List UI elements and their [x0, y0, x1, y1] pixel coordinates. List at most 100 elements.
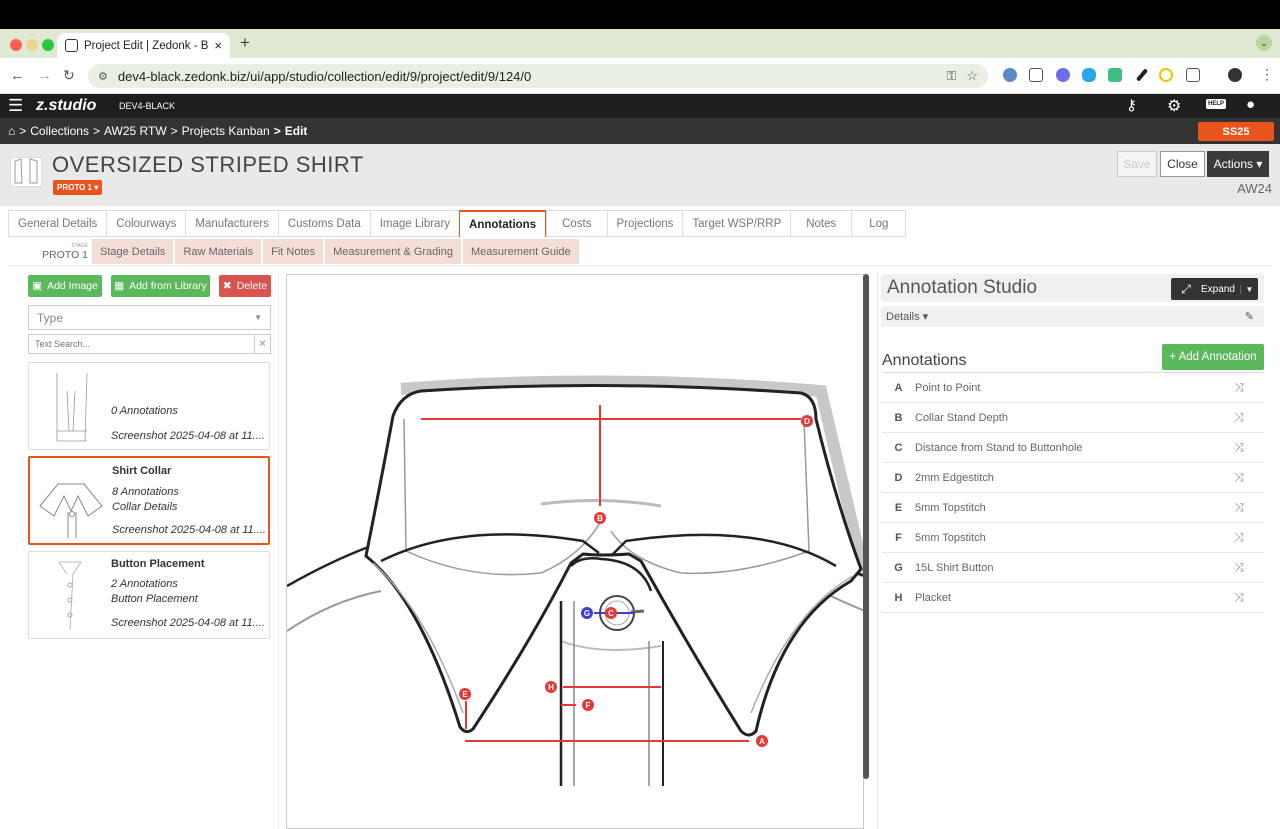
- subtab-measurement-grading[interactable]: Measurement & Grading: [325, 239, 461, 264]
- tab-projections[interactable]: Projections: [606, 210, 683, 237]
- shuffle-icon[interactable]: ⤨: [1214, 500, 1264, 515]
- shuffle-icon[interactable]: ⤨: [1214, 440, 1264, 455]
- proto-stage-dropdown[interactable]: PROTO 1 ▾: [53, 180, 103, 195]
- annotation-marker-c[interactable]: C: [608, 609, 614, 618]
- annotation-row[interactable]: E 5mm Topstitch ⤨: [882, 493, 1264, 523]
- shuffle-icon[interactable]: ⤨: [1214, 590, 1264, 605]
- zedonk-favicon-icon: [65, 39, 78, 52]
- extension-icon[interactable]: [1056, 68, 1070, 82]
- actions-dropdown-button[interactable]: Actions ▾: [1207, 151, 1269, 177]
- extension-icon[interactable]: [1159, 68, 1173, 82]
- tab-search-icon[interactable]: ⌄: [1256, 35, 1272, 51]
- site-info-icon[interactable]: ⚙: [98, 70, 108, 83]
- subtab-fit-notes[interactable]: Fit Notes: [263, 239, 324, 264]
- expand-button[interactable]: ⤢ Expand ▼: [1171, 278, 1258, 300]
- shuffle-icon[interactable]: ⤨: [1214, 530, 1264, 545]
- delete-button[interactable]: ✖ Delete: [219, 275, 271, 297]
- canvas-scrollbar[interactable]: [863, 274, 869, 779]
- browser-menu-icon[interactable]: ⋮: [1260, 66, 1274, 83]
- tab-colourways[interactable]: Colourways: [106, 210, 186, 237]
- annotation-row[interactable]: G 15L Shirt Button ⤨: [882, 553, 1264, 583]
- app-topbar: ☰ z.studio DEV4-BLACK ⚷ ⚙ HELP ●: [0, 94, 1280, 118]
- subtab-stage-details[interactable]: Stage Details: [92, 239, 174, 264]
- type-select[interactable]: Type ▼: [28, 305, 271, 330]
- shuffle-icon[interactable]: ⤨: [1214, 410, 1264, 425]
- profile-avatar-icon[interactable]: [1228, 68, 1242, 82]
- details-toggle[interactable]: Details ▾ ✎: [881, 306, 1264, 327]
- annotation-row[interactable]: H Placket ⤨: [882, 583, 1264, 613]
- image-card-selected[interactable]: Shirt Collar 8 Annotations Collar Detail…: [28, 456, 270, 545]
- subtab-raw-materials[interactable]: Raw Materials: [175, 239, 262, 264]
- tab-general-details[interactable]: General Details: [8, 210, 107, 237]
- add-image-button[interactable]: ▣ Add Image: [28, 275, 102, 297]
- annotation-marker-d[interactable]: D: [804, 417, 810, 426]
- annotation-marker-f[interactable]: F: [586, 701, 591, 710]
- edit-pencil-icon[interactable]: ✎: [1245, 310, 1254, 323]
- extension-icon[interactable]: [1108, 68, 1122, 82]
- bookmark-star-icon[interactable]: ☆: [966, 68, 978, 84]
- annotation-row[interactable]: B Collar Stand Depth ⤨: [882, 403, 1264, 433]
- extension-icon[interactable]: [1003, 68, 1017, 82]
- user-icon[interactable]: ●: [1246, 96, 1255, 113]
- tab-log[interactable]: Log: [851, 210, 907, 237]
- add-from-library-button[interactable]: ▦ Add from Library: [111, 275, 210, 297]
- save-button[interactable]: Save: [1117, 151, 1157, 177]
- annotation-row[interactable]: D 2mm Edgestitch ⤨: [882, 463, 1264, 493]
- subtab-measurement-guide[interactable]: Measurement Guide: [462, 239, 579, 264]
- browser-tab[interactable]: Project Edit | Zedonk - Busine ×: [57, 33, 230, 58]
- tab-title: Project Edit | Zedonk - Busine: [84, 39, 209, 52]
- annotation-row[interactable]: A Point to Point ⤨: [882, 373, 1264, 403]
- tab-image-library[interactable]: Image Library: [369, 210, 460, 237]
- home-icon[interactable]: ⌂: [8, 124, 15, 138]
- shuffle-icon[interactable]: ⤨: [1214, 470, 1264, 485]
- minimize-window-icon[interactable]: [26, 39, 38, 51]
- tab-costs[interactable]: Costs: [546, 210, 607, 237]
- back-icon[interactable]: ←: [10, 67, 25, 84]
- tab-target-wsp-rrp[interactable]: Target WSP/RRP: [682, 210, 791, 237]
- url-bar[interactable]: ⚙ dev4-black.zedonk.biz/ui/app/studio/co…: [88, 64, 988, 88]
- tab-notes[interactable]: Notes: [790, 210, 852, 237]
- forward-icon[interactable]: →: [37, 67, 52, 84]
- extensions-puzzle-icon[interactable]: [1186, 68, 1200, 82]
- search-input[interactable]: [28, 334, 254, 354]
- breadcrumb-collections[interactable]: Collections: [30, 124, 89, 138]
- annotation-marker-g[interactable]: G: [584, 609, 590, 618]
- tab-annotations[interactable]: Annotations: [459, 210, 547, 237]
- tab-customs-data[interactable]: Customs Data: [277, 210, 370, 237]
- annotation-marker-a[interactable]: A: [759, 737, 765, 746]
- annotation-row[interactable]: C Distance from Stand to Buttonhole ⤨: [882, 433, 1264, 463]
- annotation-marker-h[interactable]: H: [548, 683, 554, 692]
- screenshot-extension-icon[interactable]: [1029, 68, 1043, 82]
- hamburger-menu-icon[interactable]: ☰: [8, 96, 23, 116]
- app-logo[interactable]: z.studio: [36, 97, 96, 115]
- annotation-marker-e[interactable]: E: [462, 690, 468, 699]
- salesforce-extension-icon[interactable]: [1082, 68, 1096, 82]
- season-label: AW24: [1237, 181, 1272, 196]
- password-key-icon[interactable]: ⚿: [946, 68, 956, 84]
- stage-selector[interactable]: STAGE PROTO 1: [8, 239, 92, 264]
- image-card[interactable]: 0 Annotations Screenshot 2025-04-08 at 1…: [28, 362, 270, 450]
- page-title: OVERSIZED STRIPED SHIRT: [52, 152, 364, 177]
- close-button[interactable]: Close: [1160, 151, 1205, 177]
- tab-manufacturers[interactable]: Manufacturers: [185, 210, 278, 237]
- close-tab-icon[interactable]: ×: [214, 38, 222, 53]
- key-icon[interactable]: ⚷: [1126, 96, 1137, 114]
- shuffle-icon[interactable]: ⤨: [1214, 380, 1264, 395]
- new-tab-icon[interactable]: +: [240, 33, 250, 53]
- annotation-marker-b[interactable]: B: [597, 514, 603, 523]
- help-icon[interactable]: HELP: [1206, 99, 1227, 109]
- breadcrumb-projects-kanban[interactable]: Projects Kanban: [182, 124, 270, 138]
- shuffle-icon[interactable]: ⤨: [1214, 560, 1264, 575]
- image-card[interactable]: Button Placement 2 Annotations Button Pl…: [28, 551, 270, 639]
- clear-search-icon[interactable]: ✕: [254, 334, 271, 354]
- annotation-row[interactable]: F 5mm Topstitch ⤨: [882, 523, 1264, 553]
- reload-icon[interactable]: ↻: [63, 67, 75, 84]
- annotation-canvas[interactable]: A B C D E F G H: [286, 274, 864, 829]
- season-badge[interactable]: SS25: [1198, 122, 1274, 141]
- close-window-icon[interactable]: [10, 39, 22, 51]
- add-annotation-button[interactable]: + Add Annotation: [1162, 344, 1264, 370]
- zoom-window-icon[interactable]: [42, 39, 54, 51]
- settings-gear-icon[interactable]: ⚙: [1167, 96, 1181, 116]
- chevron-down-icon[interactable]: ▼: [1240, 284, 1258, 294]
- breadcrumb-aw25-rtw[interactable]: AW25 RTW: [104, 124, 167, 138]
